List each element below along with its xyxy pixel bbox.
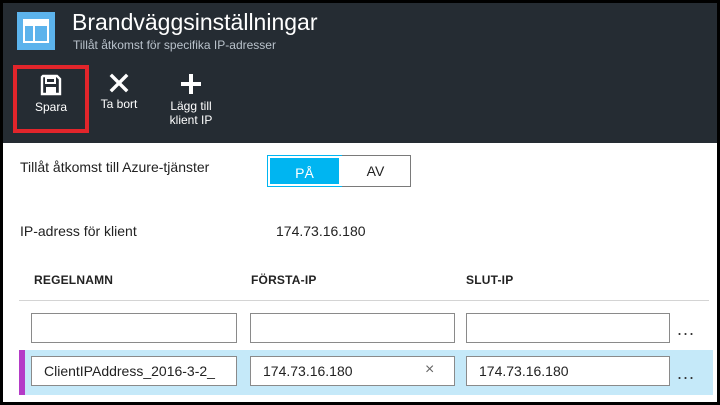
- rule-name-input[interactable]: [31, 313, 237, 343]
- end-ip-input[interactable]: [466, 313, 670, 343]
- header-divider: [19, 300, 709, 301]
- firewall-settings-blade: Brandväggsinställningar Tillåt åtkomst f…: [0, 0, 720, 405]
- toggle-off-option[interactable]: AV: [341, 156, 410, 186]
- row-more-button[interactable]: ...: [677, 319, 695, 340]
- delete-button[interactable]: Ta bort: [85, 65, 153, 133]
- page-subtitle: Tillåt åtkomst för specifika IP-adresser: [73, 38, 276, 52]
- add-label-line1: Lägg till: [170, 99, 212, 113]
- rule-name-input[interactable]: [31, 356, 237, 386]
- client-ip-label: IP-adress för klient: [20, 223, 137, 239]
- column-header-end-ip: SLUT-IP: [466, 273, 514, 287]
- delete-label: Ta bort: [100, 97, 138, 111]
- azure-access-toggle[interactable]: PÅ AV: [267, 155, 411, 187]
- add-client-ip-button[interactable]: Lägg till klient IP: [155, 65, 227, 133]
- add-label-line2: klient IP: [169, 113, 213, 127]
- column-header-rule-name: REGELNAMN: [34, 273, 114, 287]
- blade-header: Brandväggsinställningar Tillåt åtkomst f…: [3, 3, 717, 143]
- row-more-button[interactable]: ...: [677, 363, 695, 384]
- toggle-on-option[interactable]: PÅ: [267, 155, 342, 187]
- clear-input-icon[interactable]: ×: [425, 361, 434, 379]
- close-icon: [109, 73, 129, 93]
- column-header-start-ip: FÖRSTA-IP: [251, 273, 317, 287]
- save-button[interactable]: Spara: [13, 65, 89, 133]
- save-label: Spara: [34, 100, 68, 114]
- selected-row-marker: [19, 350, 25, 395]
- end-ip-input[interactable]: [466, 356, 670, 386]
- save-icon: [40, 74, 62, 96]
- plus-icon: [181, 74, 201, 94]
- azure-access-label: Tillåt åtkomst till Azure-tjänster: [20, 159, 210, 175]
- page-title: Brandväggsinställningar: [72, 9, 318, 35]
- firewall-window-icon: [17, 12, 55, 50]
- client-ip-value: 174.73.16.180: [276, 223, 366, 239]
- start-ip-input[interactable]: [250, 313, 455, 343]
